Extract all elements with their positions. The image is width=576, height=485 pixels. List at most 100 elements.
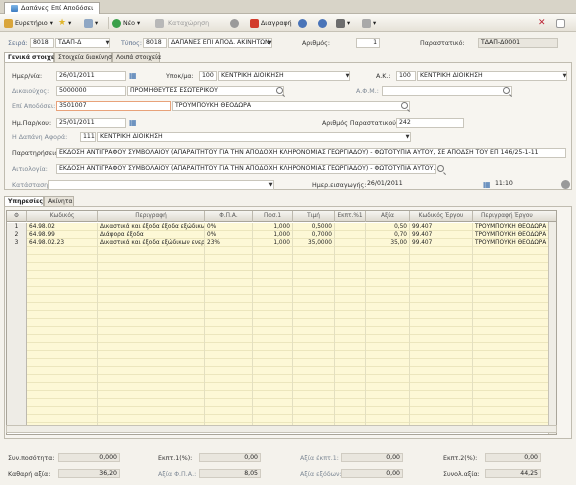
col-value[interactable]: Αξία: [366, 211, 410, 222]
concerns-name-field[interactable]: ΚΕΝΤΡΙΚΗ ΔΙΟΙΚΗΣΗ: [97, 132, 411, 142]
cell-value[interactable]: [366, 343, 410, 351]
cell-code[interactable]: [27, 359, 98, 367]
empty-row[interactable]: [7, 295, 550, 303]
cell-disc[interactable]: [335, 279, 366, 287]
empty-row[interactable]: [7, 399, 550, 407]
cell-code[interactable]: [27, 311, 98, 319]
cell-proj[interactable]: [410, 295, 473, 303]
cell-projdesc[interactable]: [473, 311, 556, 319]
cell-qty[interactable]: [253, 343, 293, 351]
cell-desc[interactable]: [98, 383, 205, 391]
chevron-down-icon[interactable]: ▼: [344, 71, 351, 81]
cell-value[interactable]: [366, 327, 410, 335]
ak-code-field[interactable]: 100: [396, 71, 416, 81]
cell-proj[interactable]: [410, 407, 473, 415]
cell-vat[interactable]: [205, 263, 253, 271]
cell-price[interactable]: [293, 295, 335, 303]
branch-name-field[interactable]: ΚΕΝΤΡΙΚΗ ΔΙΟΙΚΗΣΗ: [218, 71, 350, 81]
cell-vat[interactable]: [205, 391, 253, 399]
search-icon[interactable]: [276, 87, 283, 94]
subtab-services[interactable]: Υπηρεσίες: [4, 196, 44, 206]
cell-proj[interactable]: [410, 303, 473, 311]
cell-disc[interactable]: [335, 343, 366, 351]
cell-value[interactable]: [366, 303, 410, 311]
notes-field[interactable]: ΕΚΔΟΣΗ ΑΝΤΙΓΡΑΦΟΥ ΣΥΜΒΟΛΑΙΟΥ (ΑΠΑΡΑΙΤΗΤΟ…: [56, 148, 566, 158]
cell-price[interactable]: [293, 303, 335, 311]
cell-price[interactable]: [293, 255, 335, 263]
cell-proj[interactable]: [410, 319, 473, 327]
cell-value[interactable]: [366, 319, 410, 327]
cell-proj[interactable]: [410, 415, 473, 423]
cell-disc[interactable]: [335, 223, 366, 231]
cell-desc[interactable]: [98, 359, 205, 367]
view-button[interactable]: ▾: [84, 17, 98, 29]
cell-price[interactable]: [293, 327, 335, 335]
cell-code[interactable]: 64.98.99: [27, 231, 98, 239]
cell-projdesc[interactable]: ΤΡΟΥΜΠΟΥΚΗ ΘΕΟΔΩΡΑ ΕΠ: [473, 231, 556, 239]
cell-code[interactable]: 64.98.02.23: [27, 239, 98, 247]
cell-vat[interactable]: [205, 279, 253, 287]
cell-disc[interactable]: [335, 295, 366, 303]
cell-proj[interactable]: [410, 335, 473, 343]
justification-field[interactable]: ΕΚΔΟΣΗ ΑΝΤΙΓΡΑΦΟΥ ΣΥΜΒΟΛΑΙΟΥ (ΑΠΑΡΑΙΤΗΤΟ…: [56, 164, 436, 174]
cell-projdesc[interactable]: [473, 279, 556, 287]
cell-vat[interactable]: [205, 319, 253, 327]
col-vat[interactable]: Φ.Π.Α.: [205, 211, 253, 222]
new-button[interactable]: Νέο ▾: [112, 17, 140, 29]
cell-code[interactable]: [27, 271, 98, 279]
cell-vat[interactable]: 23%: [205, 239, 253, 247]
cell-desc[interactable]: [98, 271, 205, 279]
cell-disc[interactable]: [335, 367, 366, 375]
cell-projdesc[interactable]: [473, 383, 556, 391]
table-row[interactable]: 1 64.98.02 Δικαστικά και έξοδα έξοδα εξώδι…: [7, 223, 556, 231]
cell-proj[interactable]: [410, 287, 473, 295]
print-button[interactable]: ▾: [336, 17, 350, 29]
cell-vat[interactable]: 0%: [205, 223, 253, 231]
cell-code[interactable]: [27, 255, 98, 263]
cell-vat[interactable]: [205, 335, 253, 343]
cell-qty[interactable]: [253, 367, 293, 375]
cell-code[interactable]: [27, 375, 98, 383]
cell-qty[interactable]: [253, 271, 293, 279]
cell-disc[interactable]: [335, 271, 366, 279]
empty-row[interactable]: [7, 311, 550, 319]
cell-value[interactable]: 0,50: [366, 223, 410, 231]
cell-disc[interactable]: [335, 391, 366, 399]
cell-price[interactable]: [293, 263, 335, 271]
horizontal-scrollbar[interactable]: [6, 425, 557, 433]
cell-value[interactable]: [366, 311, 410, 319]
cell-desc[interactable]: [98, 407, 205, 415]
tab-transport[interactable]: Στοιχεία διακίνησης: [54, 52, 119, 62]
chevron-down-icon[interactable]: ▼: [266, 38, 273, 48]
cell-price[interactable]: [293, 359, 335, 367]
cell-projdesc[interactable]: [473, 359, 556, 367]
type-name-field[interactable]: ΔΑΠΑΝΕΣ ΕΠΙ ΑΠΟΔ. ΑΚΙΝΗΤΩΝ: [168, 38, 272, 48]
empty-row[interactable]: [7, 359, 550, 367]
delete-button[interactable]: Διαγραφή: [250, 17, 292, 29]
empty-row[interactable]: [7, 351, 550, 359]
cell-projdesc[interactable]: [473, 255, 556, 263]
cell-proj[interactable]: [410, 247, 473, 255]
cell-projdesc[interactable]: [473, 287, 556, 295]
cell-code[interactable]: [27, 415, 98, 423]
cell-disc[interactable]: [335, 359, 366, 367]
cell-qty[interactable]: 1,000: [253, 239, 293, 247]
cell-code[interactable]: [27, 343, 98, 351]
cell-desc[interactable]: [98, 327, 205, 335]
cell-value[interactable]: [366, 415, 410, 423]
empty-row[interactable]: [7, 391, 550, 399]
cell-qty[interactable]: [253, 303, 293, 311]
cell-qty[interactable]: [253, 319, 293, 327]
cell-disc[interactable]: [335, 255, 366, 263]
docno-field[interactable]: 242: [396, 118, 464, 128]
empty-row[interactable]: [7, 287, 550, 295]
advance-code-field[interactable]: 3501007: [56, 101, 171, 111]
cell-projdesc[interactable]: [473, 319, 556, 327]
cell-disc[interactable]: [335, 399, 366, 407]
cell-desc[interactable]: [98, 343, 205, 351]
cell-desc[interactable]: Διάφορα έξοδα: [98, 231, 205, 239]
empty-row[interactable]: [7, 327, 550, 335]
cell-value[interactable]: [366, 255, 410, 263]
cell-code[interactable]: [27, 351, 98, 359]
cell-projdesc[interactable]: [473, 271, 556, 279]
